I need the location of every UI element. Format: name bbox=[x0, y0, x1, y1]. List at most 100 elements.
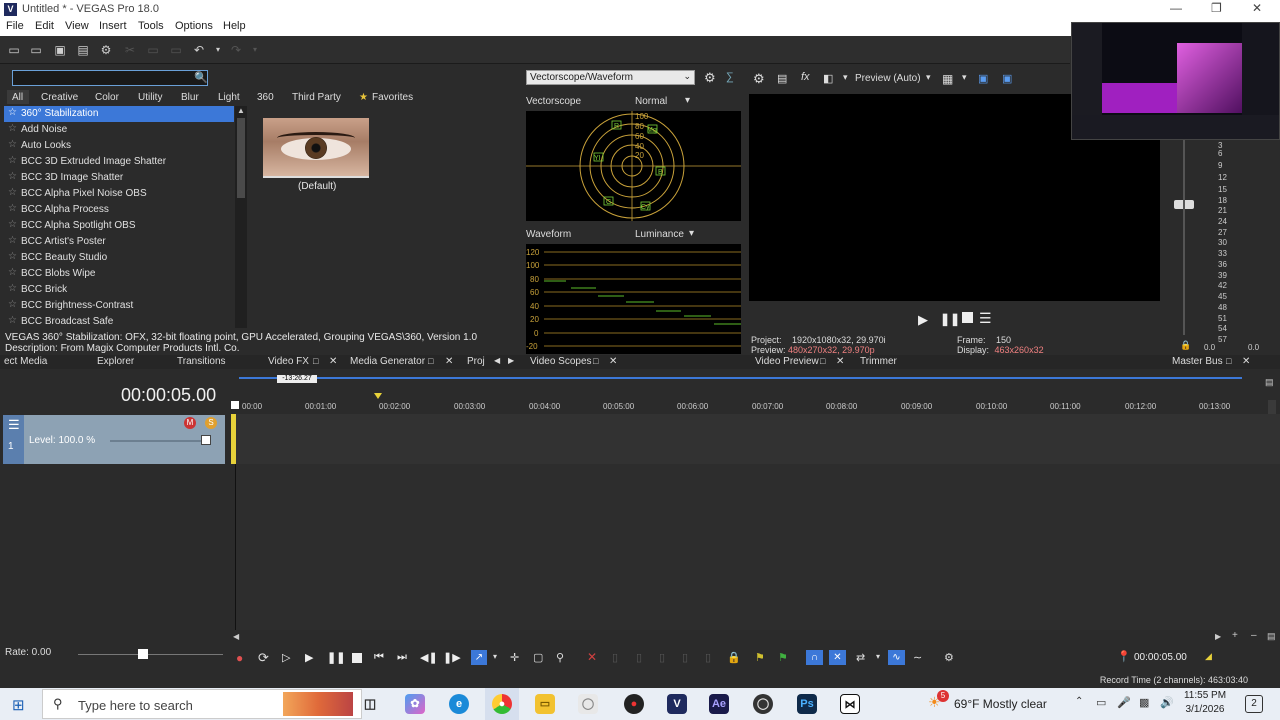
split-screen-icon[interactable]: ◧ bbox=[823, 72, 833, 85]
waveform-mode[interactable]: Luminance bbox=[635, 229, 684, 240]
tab-media-generator[interactable]: Media Generator bbox=[350, 356, 425, 367]
close-icon[interactable]: ✕ bbox=[445, 356, 453, 367]
preview-quality-select[interactable]: Preview (Auto) bbox=[855, 73, 921, 84]
favorite-star-icon[interactable]: ☆ bbox=[8, 283, 17, 294]
menu-insert[interactable]: Insert bbox=[99, 20, 127, 32]
tab-video-fx[interactable]: Video FX bbox=[268, 356, 309, 367]
rate-slider[interactable] bbox=[78, 654, 223, 655]
tab-favorites[interactable]: Favorites bbox=[372, 92, 413, 103]
close-icon[interactable]: ✕ bbox=[609, 356, 617, 367]
app-icon[interactable]: ◯ bbox=[578, 694, 598, 714]
ripple-edit-icon[interactable]: ⇄ bbox=[856, 651, 865, 664]
lock-envelopes-to-events-icon[interactable]: ∿ bbox=[888, 650, 905, 665]
tab-creative[interactable]: Creative bbox=[41, 92, 78, 103]
chevron-down-icon[interactable]: ▾ bbox=[685, 95, 690, 106]
close-icon[interactable]: ✕ bbox=[1242, 356, 1250, 367]
video-fx-icon[interactable]: fx bbox=[801, 71, 810, 83]
favorite-star-icon[interactable]: ☆ bbox=[8, 107, 17, 118]
tab-master-bus[interactable]: Master Bus bbox=[1172, 356, 1223, 367]
zoom-out-icon[interactable]: – bbox=[1251, 630, 1257, 641]
list-item[interactable]: ☆ BCC Alpha Spotlight OBS bbox=[4, 218, 234, 234]
insert-marker-icon[interactable]: ⚑ bbox=[755, 651, 765, 664]
trim-start-icon[interactable]: ▯ bbox=[636, 651, 642, 664]
chevron-down-icon[interactable]: ▾ bbox=[689, 228, 694, 239]
stop-icon[interactable] bbox=[352, 653, 362, 663]
go-to-end-icon[interactable]: ⏭ bbox=[397, 651, 407, 664]
timeline-ruler[interactable]: 00:00 00:01:00 00:02:00 00:03:00 00:04:0… bbox=[236, 400, 1280, 414]
tab-trimmer[interactable]: Trimmer bbox=[860, 356, 897, 367]
chevron-down-icon[interactable]: ▾ bbox=[843, 72, 848, 83]
list-item[interactable]: ☆ BCC Brightness-Contrast bbox=[4, 298, 234, 314]
list-item[interactable]: ☆ BCC Broadcast Safe bbox=[4, 314, 234, 328]
save-snapshot-icon[interactable]: ▣ bbox=[1002, 72, 1012, 85]
app-icon[interactable]: ◯ bbox=[753, 694, 773, 714]
preview-settings-gear-icon[interactable]: ⚙ bbox=[753, 71, 765, 87]
preview-pause-icon[interactable]: ❚❚ bbox=[940, 312, 960, 326]
auto-crossfade-icon[interactable]: ✕ bbox=[829, 650, 846, 665]
capcut-icon[interactable]: ⋈ bbox=[840, 694, 860, 714]
zoom-tool-icon[interactable]: ⚲ bbox=[556, 651, 564, 664]
after-effects-icon[interactable]: Ae bbox=[709, 694, 729, 714]
list-item[interactable]: ☆ 360° Stabilization bbox=[4, 106, 234, 122]
zoom-fit-icon[interactable]: ▤ bbox=[1267, 631, 1276, 642]
chrome-browser-icon[interactable]: ● bbox=[492, 694, 512, 714]
windows-start-icon[interactable]: ⊞ bbox=[12, 696, 25, 714]
undock-icon[interactable]: □ bbox=[428, 356, 433, 366]
taskbar-search-box[interactable]: ⚲ Type here to search bbox=[42, 689, 362, 719]
copy-icon[interactable]: ▭ bbox=[147, 44, 159, 56]
chevron-down-icon[interactable]: ▾ bbox=[962, 72, 967, 83]
scope-type-select[interactable]: Vectorscope/Waveform ⌄ bbox=[526, 70, 695, 85]
lock-envelopes-icon[interactable]: 🔒 bbox=[727, 651, 741, 664]
list-item[interactable]: ☆ BCC Alpha Process bbox=[4, 202, 234, 218]
save-icon[interactable]: ▣ bbox=[54, 44, 66, 56]
insert-region-icon[interactable]: ⚑ bbox=[778, 651, 788, 664]
scope-settings-gear-icon[interactable]: ⚙ bbox=[704, 70, 716, 86]
snap-offset-icon[interactable]: ▯ bbox=[705, 651, 711, 664]
timeline-timecode[interactable]: 00:00:05.00 bbox=[121, 385, 216, 406]
chevron-down-icon[interactable]: ▾ bbox=[876, 652, 880, 661]
copy-snapshot-icon[interactable]: ▣ bbox=[978, 72, 988, 85]
favorite-star-icon[interactable]: ☆ bbox=[8, 139, 17, 150]
pause-icon[interactable]: ❚❚ bbox=[327, 651, 345, 664]
snapping-icon[interactable]: ∩ bbox=[806, 650, 823, 665]
tab-utility[interactable]: Utility bbox=[138, 92, 162, 103]
marker-icon[interactable] bbox=[374, 393, 382, 399]
audio-event-start[interactable] bbox=[231, 414, 236, 464]
play-icon[interactable]: ▶ bbox=[305, 651, 313, 664]
undock-icon[interactable]: □ bbox=[593, 356, 598, 366]
list-item[interactable]: ☆ BCC Brick bbox=[4, 282, 234, 298]
undock-icon[interactable]: □ bbox=[820, 356, 825, 366]
next-frame-icon[interactable]: ❚▶ bbox=[443, 651, 461, 664]
favorite-star-icon[interactable]: ☆ bbox=[8, 203, 17, 214]
network-icon[interactable]: ▩ bbox=[1139, 696, 1149, 709]
list-item[interactable]: ☆ BCC Blobs Wipe bbox=[4, 266, 234, 282]
favorite-star-icon[interactable]: ☆ bbox=[8, 235, 17, 246]
search-icon[interactable]: 🔍 bbox=[194, 71, 208, 85]
solo-icon[interactable]: S bbox=[205, 417, 217, 429]
loop-playback-icon[interactable]: ⟳ bbox=[258, 650, 269, 666]
tab-scroll-left-icon[interactable]: ◀ bbox=[494, 356, 500, 365]
tab-light[interactable]: Light bbox=[218, 92, 240, 103]
clock-date[interactable]: 3/1/2026 bbox=[1183, 704, 1227, 715]
tab-project-cut[interactable]: Proj bbox=[467, 356, 485, 367]
photoshop-icon[interactable]: Ps bbox=[797, 694, 817, 714]
favorite-star-icon[interactable]: ☆ bbox=[8, 315, 17, 326]
obs-icon[interactable]: ● bbox=[624, 694, 644, 714]
normal-edit-tool-icon[interactable]: ↗ bbox=[471, 650, 487, 665]
tab-video-scopes[interactable]: Video Scopes bbox=[530, 356, 592, 367]
lock-icon[interactable]: 🔒 bbox=[1180, 340, 1191, 351]
menu-tools[interactable]: Tools bbox=[138, 20, 164, 32]
undock-icon[interactable]: □ bbox=[313, 356, 318, 366]
undock-icon[interactable]: □ bbox=[1226, 356, 1231, 366]
timeline-scroll-up[interactable] bbox=[1268, 400, 1276, 414]
list-item[interactable]: ☆ BCC Beauty Studio bbox=[4, 250, 234, 266]
scroll-right-icon[interactable]: ▶ bbox=[1215, 632, 1221, 641]
file-explorer-icon[interactable]: ▭ bbox=[535, 694, 555, 714]
battery-icon[interactable]: ▭ bbox=[1096, 696, 1106, 709]
favorite-star-icon[interactable]: ☆ bbox=[8, 267, 17, 278]
edge-browser-icon[interactable]: e bbox=[449, 694, 469, 714]
favorite-star-icon[interactable]: ☆ bbox=[8, 155, 17, 166]
menu-file[interactable]: File bbox=[6, 20, 24, 32]
open-folder-icon[interactable]: ▭ bbox=[30, 44, 42, 56]
timeline-options-icon[interactable]: ▤ bbox=[1265, 377, 1274, 388]
